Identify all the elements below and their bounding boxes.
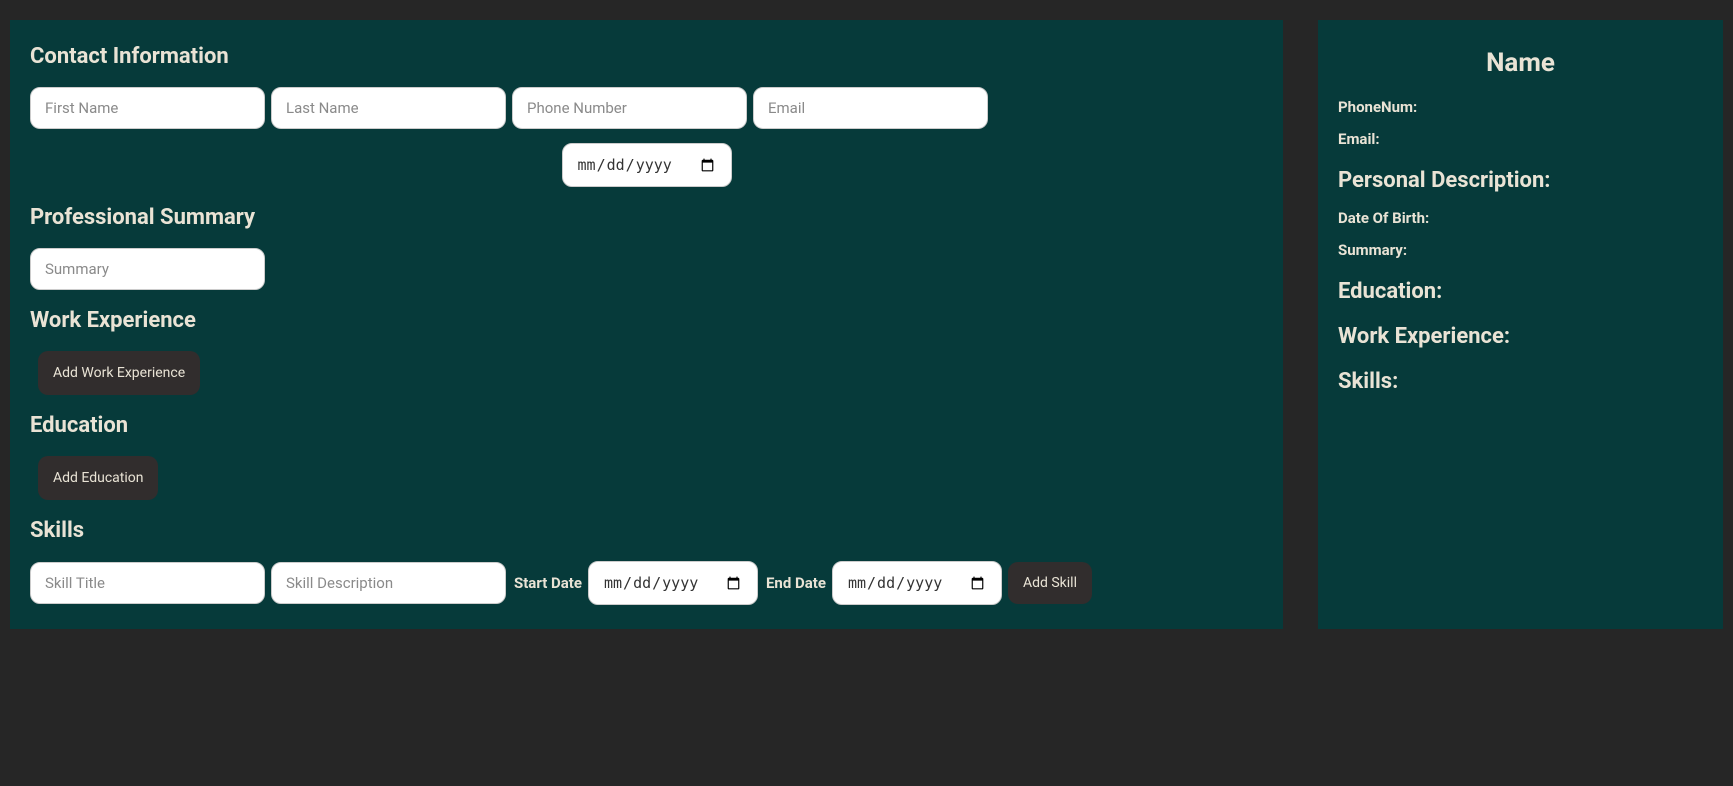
education-button-row: Add Education (38, 456, 1263, 500)
skills-heading: Skills (30, 518, 1263, 543)
add-education-button[interactable]: Add Education (38, 456, 158, 500)
summary-row (30, 248, 1263, 290)
preview-summary-label: Summary: (1338, 241, 1703, 259)
contact-row (30, 87, 1263, 129)
preview-personal-description-heading: Personal Description: (1338, 168, 1703, 193)
skill-description-input[interactable] (271, 562, 506, 604)
work-button-row: Add Work Experience (38, 351, 1263, 395)
preview-panel: Name PhoneNum: Email: Personal Descripti… (1318, 20, 1723, 629)
start-date-label: Start Date (514, 574, 582, 592)
add-work-button[interactable]: Add Work Experience (38, 351, 200, 395)
form-panel: Contact Information Professional Summary… (10, 20, 1283, 629)
work-heading: Work Experience (30, 308, 1263, 333)
skill-title-input[interactable] (30, 562, 265, 604)
skill-end-date-input[interactable] (832, 561, 1002, 605)
end-date-label: End Date (766, 574, 826, 592)
preview-phone-label: PhoneNum: (1338, 98, 1703, 116)
skills-row: Start Date End Date Add Skill (30, 561, 1263, 605)
summary-input[interactable] (30, 248, 265, 290)
summary-heading: Professional Summary (30, 205, 1263, 230)
last-name-input[interactable] (271, 87, 506, 129)
first-name-input[interactable] (30, 87, 265, 129)
skill-start-date-input[interactable] (588, 561, 758, 605)
phone-input[interactable] (512, 87, 747, 129)
education-heading: Education (30, 413, 1263, 438)
preview-work-heading: Work Experience: (1338, 324, 1703, 349)
dob-row (30, 143, 1263, 187)
preview-dob-label: Date Of Birth: (1338, 209, 1703, 227)
contact-heading: Contact Information (30, 44, 1263, 69)
add-skill-button[interactable]: Add Skill (1008, 562, 1092, 604)
preview-skills-heading: Skills: (1338, 369, 1703, 394)
email-input[interactable] (753, 87, 988, 129)
preview-education-heading: Education: (1338, 279, 1703, 304)
dob-input[interactable] (562, 143, 732, 187)
preview-name-heading: Name (1338, 48, 1703, 78)
preview-email-label: Email: (1338, 130, 1703, 148)
